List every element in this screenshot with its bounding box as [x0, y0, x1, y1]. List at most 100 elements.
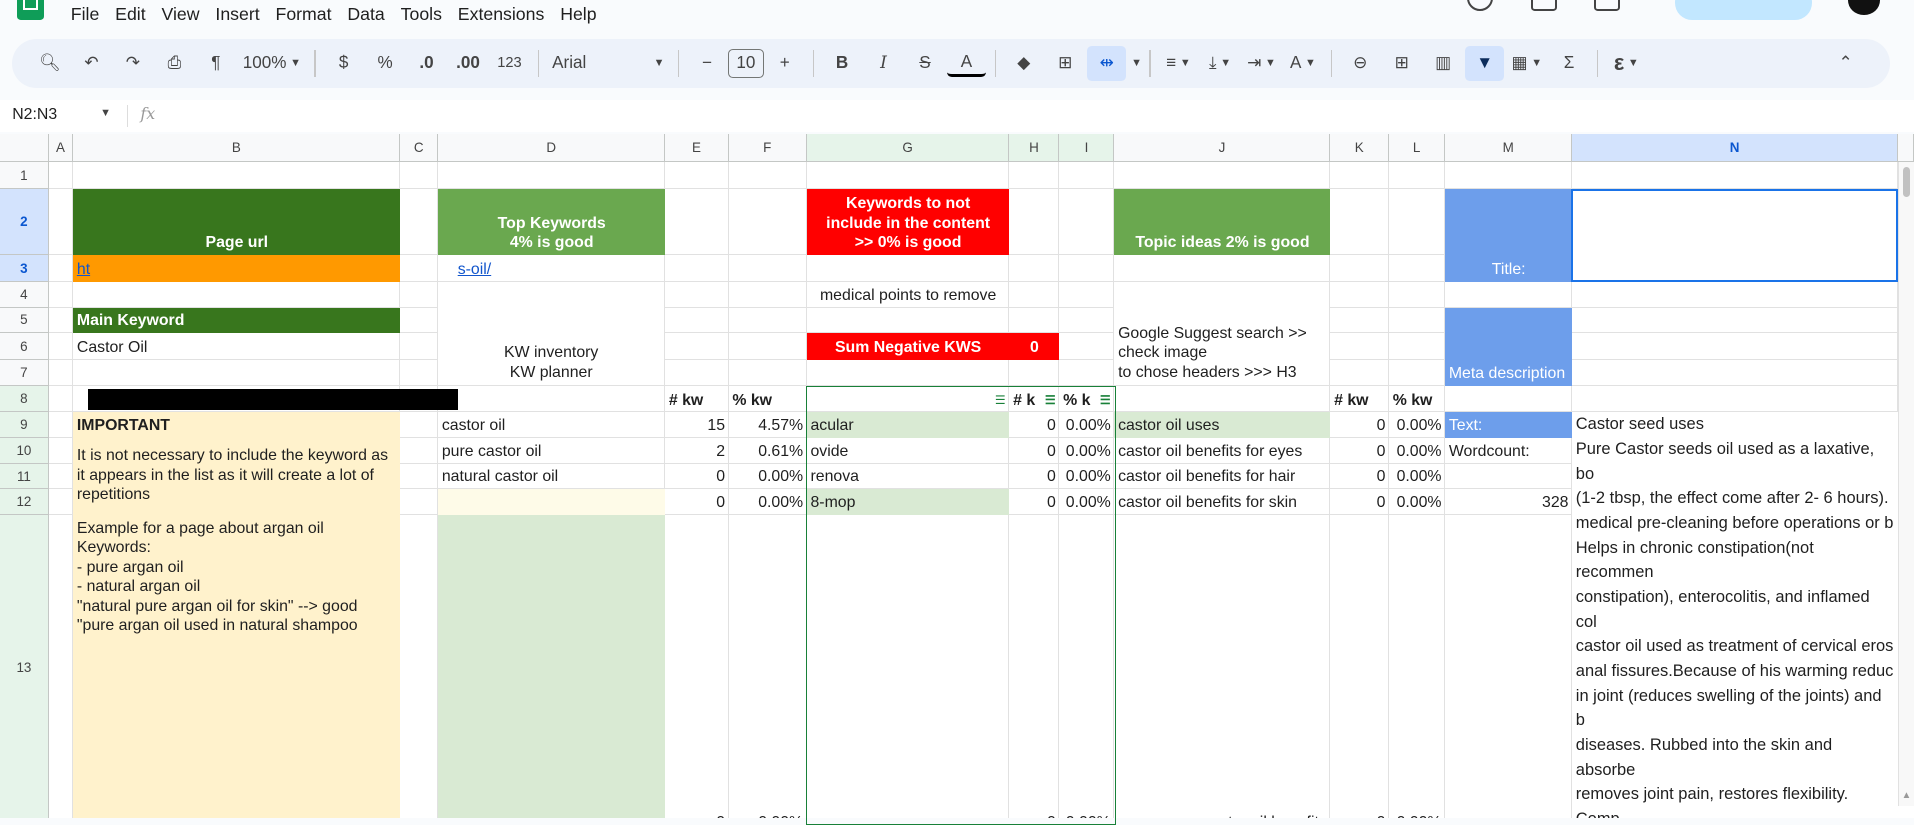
- top-keyword-count[interactable]: 0: [665, 489, 728, 515]
- grid-cell[interactable]: [48, 189, 74, 256]
- column-header-k[interactable]: K: [1330, 134, 1390, 163]
- menu-edit[interactable]: Edit: [115, 4, 145, 25]
- grid-cell[interactable]: [48, 307, 74, 334]
- grid-cell[interactable]: [400, 255, 439, 282]
- grid-cell[interactable]: [1389, 333, 1446, 361]
- grid-cell[interactable]: [665, 307, 729, 334]
- top-keyword-pct[interactable]: 0.00%: [729, 464, 807, 490]
- chevron-down-icon[interactable]: ▼: [1131, 57, 1142, 69]
- grid-cell[interactable]: [48, 162, 74, 190]
- column-header-h[interactable]: H: [1009, 134, 1060, 163]
- row-header-1[interactable]: 1: [0, 162, 49, 190]
- grid-cell[interactable]: [1572, 162, 1899, 190]
- grid-cell[interactable]: [400, 189, 439, 256]
- grid-cell[interactable]: [438, 385, 666, 413]
- grid-cell[interactable]: [1009, 360, 1060, 386]
- link-icon[interactable]: ⊖: [1341, 46, 1380, 80]
- grid-cell[interactable]: [400, 489, 439, 515]
- horizontal-align-icon[interactable]: ≡ ▼: [1159, 46, 1198, 80]
- grid-cell[interactable]: [48, 489, 74, 515]
- increase-decimal-button[interactable]: .00: [448, 46, 487, 80]
- grid-cell[interactable]: [1330, 281, 1390, 308]
- avatar[interactable]: [1848, 0, 1880, 15]
- grid-cell[interactable]: [1389, 307, 1446, 334]
- grid-cell[interactable]: [1330, 255, 1390, 282]
- topic-count[interactable]: 0: [1330, 464, 1389, 490]
- cell-m12-wordcount-value[interactable]: 328: [1445, 489, 1572, 515]
- vertical-align-icon[interactable]: ⤓ ▼: [1201, 46, 1240, 80]
- grid-cell[interactable]: [1114, 162, 1331, 190]
- menu-file[interactable]: File: [71, 4, 100, 25]
- grid-cell[interactable]: [1059, 189, 1115, 256]
- grid-cell[interactable]: [1572, 281, 1899, 308]
- zoom-select[interactable]: 100% ▼: [238, 46, 306, 80]
- grid-cell[interactable]: [1445, 514, 1573, 818]
- cell-b10-note[interactable]: It is not necessary to include the keywo…: [73, 438, 401, 515]
- topic-cell[interactable]: castor oil benefits for skin: [1114, 489, 1330, 515]
- redo-icon[interactable]: ↷: [113, 46, 152, 80]
- scrollbar-thumb[interactable]: [1902, 167, 1911, 197]
- select-all-corner[interactable]: [0, 134, 49, 163]
- meet-icon[interactable]: [1594, 0, 1621, 12]
- grid-cell[interactable]: [1330, 333, 1390, 361]
- menu-view[interactable]: View: [162, 4, 200, 25]
- filter-views-icon[interactable]: ▦ ▼: [1507, 46, 1547, 80]
- grid-cell[interactable]: [1389, 281, 1446, 308]
- comment-icon[interactable]: ⊞: [1382, 46, 1421, 80]
- row-header-8[interactable]: 8: [0, 385, 49, 413]
- grid-cell[interactable]: [665, 189, 729, 256]
- grid-cell[interactable]: [1059, 162, 1115, 190]
- cell-d4-kw-tools[interactable]: KW inventory KW planner: [438, 281, 666, 386]
- grid-cell[interactable]: [49, 514, 74, 818]
- row-header-7[interactable]: 7: [0, 360, 49, 386]
- column-header-m[interactable]: M: [1445, 134, 1573, 163]
- row-header-4[interactable]: 4: [0, 281, 49, 308]
- column-header-n[interactable]: N: [1572, 134, 1899, 163]
- grid-cell[interactable]: [438, 162, 666, 190]
- top-keyword-pct[interactable]: 0.61%: [729, 438, 807, 464]
- increase-font-size-button[interactable]: +: [765, 46, 804, 80]
- topic-cell[interactable]: castor oil benefits for eyes: [1114, 438, 1330, 464]
- cell-l8-pct-header[interactable]: % kw: [1389, 386, 1445, 413]
- cell-b6-main-keyword[interactable]: Castor Oil: [73, 333, 400, 360]
- grid-cell[interactable]: [728, 333, 807, 361]
- grid-cell[interactable]: [400, 412, 439, 439]
- italic-button[interactable]: I: [864, 46, 903, 80]
- column-header-i[interactable]: I: [1059, 134, 1115, 163]
- cell-b9-important[interactable]: IMPORTANT: [73, 412, 401, 439]
- grid-cell[interactable]: [1330, 360, 1390, 386]
- menu-data[interactable]: Data: [347, 4, 384, 25]
- grid-cell[interactable]: [1572, 360, 1899, 386]
- grid-cell[interactable]: [1330, 162, 1390, 190]
- row-header-3[interactable]: 3: [0, 255, 49, 282]
- grid-cell[interactable]: [48, 281, 74, 308]
- chevron-down-icon[interactable]: ▼: [100, 107, 111, 119]
- grid-cell[interactable]: [728, 255, 807, 282]
- column-header-b[interactable]: B: [73, 134, 401, 163]
- fill-color-icon[interactable]: ◆: [1004, 46, 1043, 80]
- grid-cell[interactable]: [1059, 255, 1115, 282]
- currency-button[interactable]: $: [324, 46, 363, 80]
- topic-pct[interactable]: 0.00%: [1389, 464, 1445, 490]
- grid-cell[interactable]: [400, 281, 439, 308]
- cell-j2-topic-ideas-header[interactable]: Topic ideas 2% is good: [1114, 189, 1331, 256]
- sheets-logo-icon[interactable]: [17, 0, 44, 20]
- grid-cell[interactable]: [48, 385, 74, 413]
- cell-m2-title-label[interactable]: Title:: [1445, 189, 1573, 282]
- strikethrough-icon[interactable]: S: [905, 46, 944, 80]
- number-format-button[interactable]: 123: [490, 46, 529, 80]
- grid-cell[interactable]: [1572, 385, 1899, 413]
- cell-d3-url-overflow[interactable]: s-oil/: [438, 255, 665, 282]
- grid-cell[interactable]: [400, 162, 439, 190]
- grid-cell[interactable]: [73, 281, 401, 308]
- column-header-l[interactable]: L: [1389, 134, 1446, 163]
- grid-cell[interactable]: [728, 307, 807, 334]
- cell-b13-example[interactable]: Example for a page about argan oil Keywo…: [73, 514, 401, 818]
- row-header-6[interactable]: 6: [0, 333, 49, 361]
- bold-button[interactable]: B: [823, 46, 862, 80]
- menu-tools[interactable]: Tools: [401, 4, 442, 25]
- topic-pct[interactable]: 0.00%: [1389, 489, 1445, 515]
- grid-cell[interactable]: [1059, 333, 1115, 361]
- merge-cells-icon[interactable]: ⇹: [1087, 46, 1127, 81]
- cell-d2-top-keywords-header[interactable]: Top Keywords 4% is good: [438, 189, 666, 256]
